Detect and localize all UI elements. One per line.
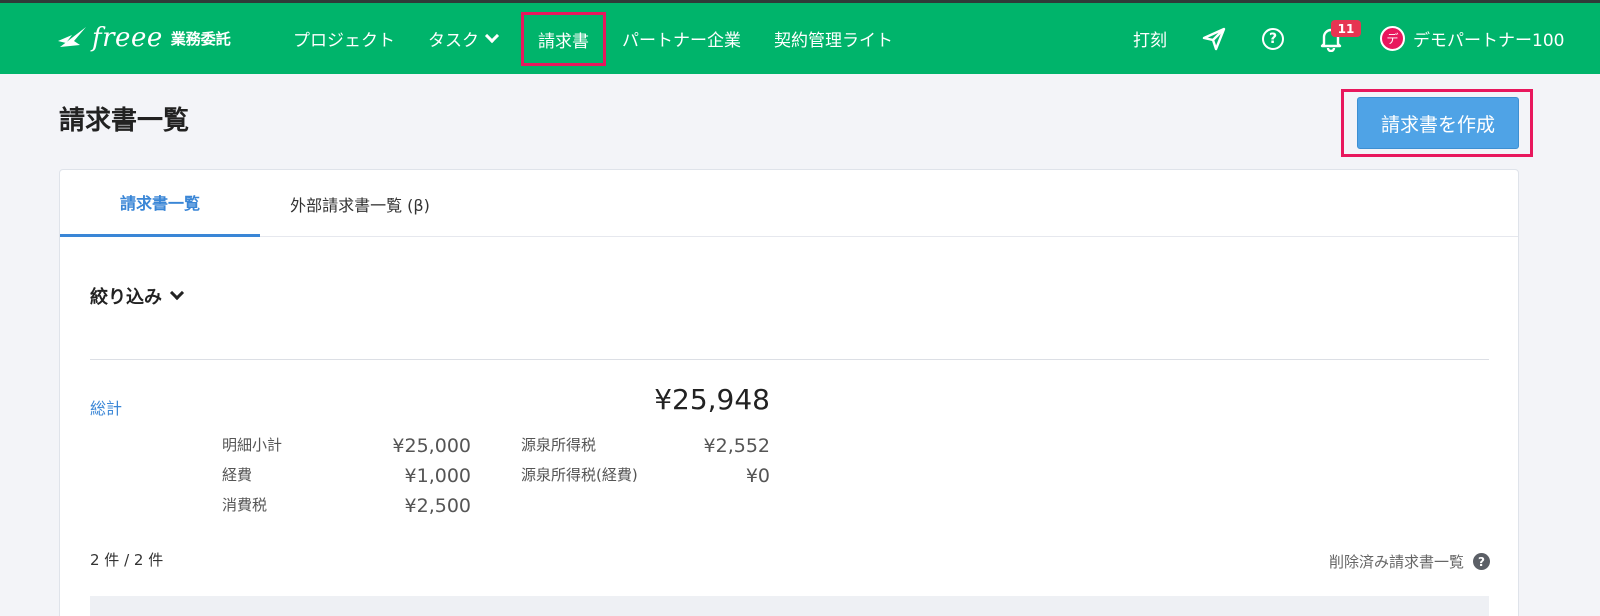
nav-invoice[interactable]: 請求書 bbox=[521, 12, 606, 66]
result-count: 2 件 / 2 件 bbox=[90, 551, 164, 569]
avatar: デ bbox=[1380, 26, 1405, 51]
nav-project[interactable]: プロジェクト bbox=[293, 3, 395, 74]
tab-bar: 請求書一覧 外部請求書一覧 (β) bbox=[60, 170, 1518, 237]
tax-label: 消費税 bbox=[222, 496, 268, 514]
tab-invoice-list[interactable]: 請求書一覧 bbox=[60, 170, 260, 237]
nav-partner[interactable]: パートナー企業 bbox=[622, 3, 741, 74]
bird-logo-icon bbox=[58, 27, 86, 47]
expense-value: ¥1,000 bbox=[404, 465, 471, 487]
total-value: ¥25,948 bbox=[654, 383, 770, 416]
nav-task-label: タスク bbox=[428, 31, 479, 51]
filter-label: 絞り込み bbox=[90, 287, 162, 308]
create-invoice-button[interactable]: 請求書を作成 bbox=[1357, 97, 1519, 149]
logo-wordmark: freee bbox=[92, 23, 163, 53]
user-name: デモパートナー100 bbox=[1413, 31, 1565, 51]
chevron-down-icon bbox=[169, 285, 185, 301]
tax-value: ¥2,500 bbox=[404, 495, 471, 517]
deleted-invoices-link[interactable]: 削除済み請求書一覧 ? bbox=[1260, 551, 1490, 572]
invoice-card: 請求書一覧 外部請求書一覧 (β) 絞り込み 総計 ¥25,948 明細小計 ¥… bbox=[59, 169, 1519, 616]
freee-logo[interactable]: freee 業務委託 bbox=[56, 20, 231, 56]
question-circle-icon: ? bbox=[1262, 28, 1284, 50]
help-button[interactable]: ? bbox=[1259, 25, 1287, 53]
subtotal-value: ¥25,000 bbox=[392, 435, 471, 457]
clock-in-link[interactable]: 打刻 bbox=[1133, 3, 1167, 74]
nav-contract[interactable]: 契約管理ライト bbox=[774, 3, 893, 74]
withholding-expense-value: ¥0 bbox=[745, 465, 770, 487]
withholding-label: 源泉所得税 bbox=[521, 436, 597, 454]
deleted-invoices-label: 削除済み請求書一覧 bbox=[1328, 553, 1464, 571]
send-button[interactable] bbox=[1200, 25, 1228, 53]
help-icon[interactable]: ? bbox=[1473, 553, 1490, 570]
user-menu[interactable]: デ デモパートナー100 bbox=[1380, 3, 1564, 74]
withholding-expense-label: 源泉所得税(経費) bbox=[521, 466, 638, 484]
page-title: 請求書一覧 bbox=[59, 106, 190, 136]
expense-label: 経費 bbox=[222, 466, 253, 484]
global-header: freee 業務委託 プロジェクト タスク 請求書 パートナー企業 契約管理ライ… bbox=[0, 3, 1600, 74]
nav-task[interactable]: タスク bbox=[428, 3, 500, 74]
notification-badge: 11 bbox=[1331, 20, 1361, 37]
total-label: 総計 bbox=[90, 399, 123, 418]
tab-external-invoice-list[interactable]: 外部請求書一覧 (β) bbox=[260, 170, 460, 237]
withholding-value: ¥2,552 bbox=[703, 435, 770, 457]
divider bbox=[90, 359, 1489, 360]
chevron-down-icon bbox=[484, 28, 500, 43]
filter-toggle[interactable]: 絞り込み bbox=[90, 283, 185, 309]
paper-plane-icon bbox=[1202, 27, 1226, 51]
table-header bbox=[90, 596, 1489, 616]
subtotal-label: 明細小計 bbox=[222, 436, 283, 454]
logo-subtitle: 業務委託 bbox=[170, 29, 231, 48]
